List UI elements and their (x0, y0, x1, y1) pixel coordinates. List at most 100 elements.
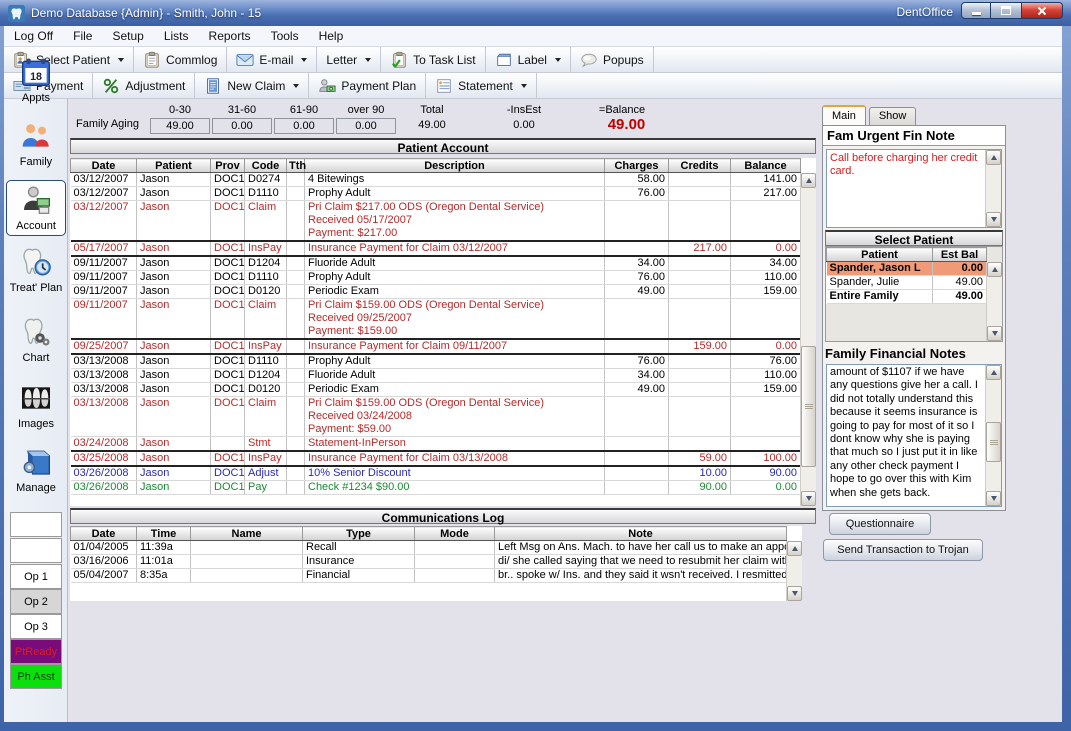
operatory-slot[interactable] (10, 538, 62, 563)
module-account[interactable]: Account (6, 180, 66, 236)
commlog-column-header[interactable]: Mode (415, 527, 495, 541)
commlog-scrollbar-up-button[interactable] (787, 541, 802, 556)
module-chart[interactable]: Chart (4, 316, 68, 364)
financial-notes-box[interactable]: amount of $1107 if we have any questions… (826, 364, 1002, 507)
module-manage[interactable]: Manage (4, 446, 68, 494)
commlog-column-header[interactable]: Date (71, 527, 137, 541)
op-cell-op-2[interactable]: Op 2 (10, 589, 62, 614)
toolbar-button-statement[interactable]: Statement (426, 73, 537, 98)
toolbar-button-commlog[interactable]: Commlog (134, 47, 227, 72)
account-row[interactable]: 03/13/2008JasonDOC1D1204Fluoride Adult34… (71, 369, 801, 383)
title-bar[interactable]: Demo Database {Admin} - Smith, John - 15… (0, 0, 1071, 26)
op-cell-op-1[interactable]: Op 1 (10, 564, 62, 589)
dropdown-arrow-icon[interactable] (301, 58, 307, 62)
account-row[interactable]: 05/17/2007JasonDOC1InsPayInsurance Payme… (71, 241, 801, 256)
account-column-header[interactable]: Description (305, 159, 605, 173)
account-column-header[interactable]: Date (71, 159, 137, 173)
menu-item-setup[interactable]: Setup (102, 27, 153, 45)
toolbar-button-payment-plan[interactable]: Payment Plan (309, 73, 426, 98)
account-column-header[interactable]: Prov (211, 159, 245, 173)
dropdown-arrow-icon[interactable] (521, 84, 527, 88)
dropdown-arrow-icon[interactable] (555, 58, 561, 62)
toolbar-button-to-task-list[interactable]: To Task List (381, 47, 485, 72)
account-row[interactable]: 09/11/2007JasonDOC1D1204Fluoride Adult34… (71, 256, 801, 271)
menu-item-file[interactable]: File (63, 27, 102, 45)
commlog-column-header[interactable]: Time (137, 527, 191, 541)
account-row[interactable]: 09/11/2007JasonDOC1ClaimPri Claim $159.0… (71, 299, 801, 340)
account-column-header[interactable]: Tth (287, 159, 305, 173)
account-row[interactable]: 03/26/2008JasonDOC1PayCheck #1234 $90.00… (71, 481, 801, 495)
toolbar-button-letter[interactable]: Letter (317, 47, 381, 72)
financial-notes-scrollbar-up-button[interactable] (986, 365, 1001, 380)
commlog-column-header[interactable]: Type (303, 527, 415, 541)
account-row[interactable]: 09/25/2007JasonDOC1InsPayInsurance Payme… (71, 339, 801, 354)
module-family[interactable]: Family (4, 120, 68, 168)
close-button[interactable] (1021, 2, 1063, 19)
account-row[interactable]: 03/12/2007JasonDOC1D1110Prophy Adult76.0… (71, 187, 801, 201)
commlog-scrollbar-down-button[interactable] (787, 586, 802, 601)
account-column-header[interactable]: Code (245, 159, 287, 173)
urgent-note-scrollbar-up-button[interactable] (986, 150, 1001, 165)
account-row[interactable]: 03/12/2007JasonDOC1D02744 Bitewings58.00… (71, 173, 801, 187)
select-patient-column-header[interactable]: Est Bal (933, 248, 987, 262)
toolbar-button-new-claim[interactable]: New Claim (195, 73, 309, 98)
commlog-row[interactable]: 05/04/20078:35aFinancialbr.. spoke w/ In… (71, 569, 787, 583)
commlog-column-header[interactable]: Name (191, 527, 303, 541)
module-appts[interactable]: 18Appts (4, 56, 68, 104)
tab-show[interactable]: Show (869, 107, 917, 125)
account-row[interactable]: 03/24/2008JasonStmtStatement-InPerson (71, 437, 801, 452)
account-row[interactable]: 09/11/2007JasonDOC1D0120Periodic Exam49.… (71, 285, 801, 299)
menu-item-help[interactable]: Help (309, 27, 354, 45)
account-row[interactable]: 03/13/2008JasonDOC1D1110Prophy Adult76.0… (71, 354, 801, 369)
dropdown-arrow-icon[interactable] (293, 84, 299, 88)
commlog-row[interactable]: 01/04/200511:39aRecallLeft Msg on Ans. M… (71, 541, 787, 555)
financial-notes-scrollbar-track[interactable] (986, 380, 1001, 491)
financial-notes-scrollbar[interactable] (985, 365, 1001, 506)
account-row[interactable]: 03/13/2008JasonDOC1ClaimPri Claim $159.0… (71, 397, 801, 437)
account-row[interactable]: 03/13/2008JasonDOC1D0120Periodic Exam49.… (71, 383, 801, 397)
questionnaire-button[interactable]: Questionnaire (829, 513, 931, 535)
account-scrollbar-track[interactable] (801, 188, 816, 491)
op-cell-ptready[interactable]: PtReady (10, 639, 62, 664)
toolbar-button-label[interactable]: Label (486, 47, 571, 72)
financial-notes-scrollbar-down-button[interactable] (986, 491, 1001, 506)
menu-item-log-off[interactable]: Log Off (4, 27, 63, 45)
commlog-scrollbar[interactable] (786, 541, 802, 601)
select-patient-column-header[interactable]: Patient (827, 248, 933, 262)
menu-item-tools[interactable]: Tools (261, 27, 309, 45)
op-cell-ph-asst[interactable]: Ph Asst (10, 664, 62, 689)
account-scrollbar-thumb[interactable] (801, 346, 816, 467)
tab-main[interactable]: Main (822, 105, 866, 125)
account-column-header[interactable]: Charges (605, 159, 669, 173)
account-row[interactable]: 09/11/2007JasonDOC1D1110Prophy Adult76.0… (71, 271, 801, 285)
financial-notes-scrollbar-thumb[interactable] (986, 422, 1001, 462)
menu-item-lists[interactable]: Lists (154, 27, 199, 45)
account-column-header[interactable]: Credits (669, 159, 731, 173)
select-patient-row[interactable]: Entire Family49.00 (827, 290, 987, 304)
dropdown-arrow-icon[interactable] (118, 58, 124, 62)
commlog-row[interactable]: 03/16/200611:01aInsurancedi/ she called … (71, 555, 787, 569)
toolbar-button-popups[interactable]: Popups (571, 47, 654, 72)
urgent-note-scrollbar-down-button[interactable] (986, 212, 1001, 227)
account-row[interactable]: 03/12/2007JasonDOC1ClaimPri Claim $217.0… (71, 201, 801, 242)
account-column-header[interactable]: Patient (137, 159, 211, 173)
urgent-note-scrollbar-track[interactable] (986, 165, 1001, 212)
account-row[interactable]: 03/26/2008JasonDOC1Adjust10% Senior Disc… (71, 466, 801, 481)
op-cell-op-3[interactable]: Op 3 (10, 614, 62, 639)
account-column-header[interactable]: Balance (731, 159, 801, 173)
menu-item-reports[interactable]: Reports (199, 27, 261, 45)
maximize-button[interactable] (991, 2, 1021, 19)
account-scrollbar-up-button[interactable] (801, 173, 816, 188)
module-treat-plan[interactable]: Treat' Plan (4, 246, 68, 294)
urgent-note-scrollbar[interactable] (985, 150, 1001, 227)
commlog-column-header[interactable]: Note (495, 527, 787, 541)
commlog-scrollbar-track[interactable] (787, 556, 802, 586)
minimize-button[interactable] (961, 2, 991, 19)
urgent-note-box[interactable]: Call before charging her credit card. (826, 149, 1002, 228)
module-images[interactable]: Images (4, 382, 68, 430)
select-patient-scrollbar-down-button[interactable] (987, 326, 1002, 341)
select-patient-row[interactable]: Spander, Julie49.00 (827, 276, 987, 290)
operatory-slot[interactable] (10, 512, 62, 537)
select-patient-scrollbar[interactable] (986, 262, 1002, 341)
select-patient-scrollbar-up-button[interactable] (987, 262, 1002, 277)
